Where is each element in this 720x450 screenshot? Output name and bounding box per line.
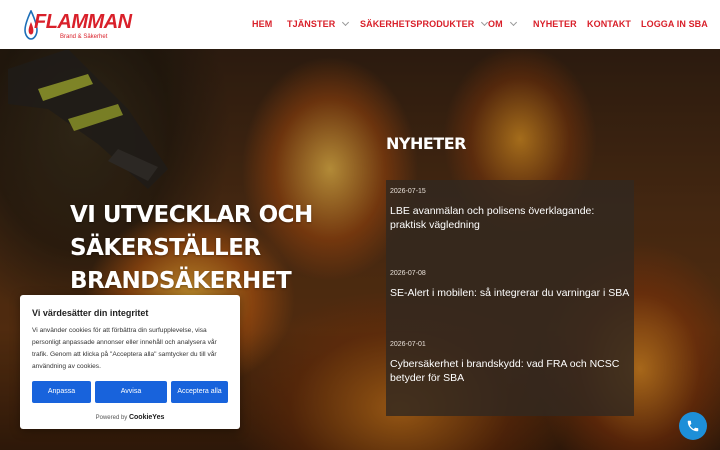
nav-item-logga-in-sba[interactable]: LOGGA IN SBA (641, 17, 708, 31)
call-button[interactable] (679, 412, 707, 440)
news-item[interactable]: 2026-07-15 LBE avanmälan och polisens öv… (390, 187, 630, 232)
nav-label: KONTAKT (587, 19, 632, 29)
nav-item-kontakt[interactable]: KONTAKT (587, 17, 631, 31)
news-item[interactable]: 2026-07-01 Cybersäkerhet i brandskydd: v… (390, 340, 630, 385)
phone-icon (687, 420, 699, 432)
logo-brand-text: FLAMMAN (34, 11, 132, 33)
nav-label: OM (488, 19, 503, 29)
site-header: FLAMMAN Brand & Säkerhet HEM TJÄNSTER SÄ… (0, 0, 720, 49)
news-title-link[interactable]: LBE avanmälan och polisens överklagande:… (390, 204, 630, 232)
nav-label: NYHETER (533, 19, 577, 29)
nav-item-sakerhetsprodukter[interactable]: SÄKERHETSPRODUKTER (360, 17, 489, 31)
nav-item-om[interactable]: OM (488, 17, 517, 31)
cookieyes-logo[interactable]: CookieYes (129, 414, 164, 421)
cookie-reject-button[interactable]: Avvisa (95, 381, 167, 403)
hero-title: VI UTVECKLAR OCH SÄKERSTÄLLER BRANDSÄKER… (70, 199, 330, 298)
powered-by-label: Powered by (95, 415, 128, 421)
nav-item-tjanster[interactable]: TJÄNSTER (287, 17, 350, 31)
news-date: 2026-07-08 (390, 270, 426, 277)
nav-item-nyheter[interactable]: NYHETER (533, 17, 577, 31)
hero-title-line: BRANDSÄKERHET (70, 268, 292, 294)
cookie-description: Vi använder cookies för att förbättra di… (32, 327, 217, 370)
nav-label: SÄKERHETSPRODUKTER (360, 19, 475, 29)
nav-label: HEM (252, 19, 273, 29)
cookie-customize-button[interactable]: Anpassa (32, 381, 91, 403)
news-date: 2026-07-15 (390, 188, 426, 195)
chevron-down-icon (342, 18, 350, 27)
news-panel: 2026-07-15 LBE avanmälan och polisens öv… (386, 180, 634, 416)
cookie-consent-banner: Vi värdesätter din integritet Vi använde… (20, 295, 240, 429)
news-item[interactable]: 2026-07-08 SE-Alert i mobilen: så integr… (390, 269, 630, 300)
cookie-powered-by: Powered by CookieYes (20, 414, 240, 421)
news-date: 2026-07-01 (390, 341, 426, 348)
flamman-logo[interactable]: FLAMMAN Brand & Säkerhet (22, 8, 132, 42)
news-title-link[interactable]: SE-Alert i mobilen: så integrerar du var… (390, 286, 630, 300)
news-title-link[interactable]: Cybersäkerhet i brandskydd: vad FRA och … (390, 357, 630, 385)
news-heading: NYHETER (386, 134, 466, 153)
logo-tagline: Brand & Säkerhet (60, 34, 108, 40)
cookie-title: Vi värdesätter din integritet (32, 308, 149, 318)
cookie-accept-all-button[interactable]: Acceptera alla (171, 381, 228, 403)
nav-label: LOGGA IN SBA (641, 19, 708, 29)
nav-item-hem[interactable]: HEM (252, 17, 272, 31)
nav-label: TJÄNSTER (287, 19, 336, 29)
hero-title-line: VI UTVECKLAR OCH (70, 202, 313, 228)
hero-title-line: SÄKERSTÄLLER (70, 235, 261, 261)
chevron-down-icon (509, 18, 517, 27)
